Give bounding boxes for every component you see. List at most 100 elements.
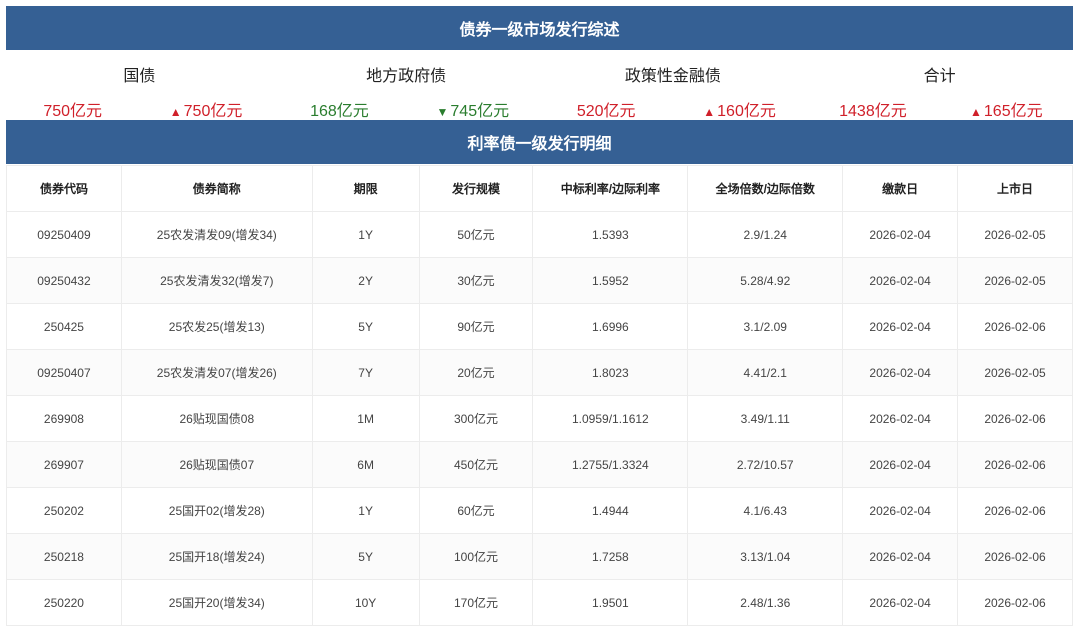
table-cell: 30亿元 [418, 257, 534, 304]
triangle-up-icon: ▲ [169, 105, 182, 119]
category-label: 地方政府债 [366, 66, 447, 85]
table-cell: 1Y [311, 487, 420, 534]
table-row: 250202 25国开02(增发28) 1Y 60亿元 1.4944 4.1/6.43 20… [6, 487, 1073, 534]
table-cell: 100亿元 [418, 533, 534, 580]
table-cell: 2026-02-05 [957, 211, 1073, 258]
table-cell: 25国开02(增发28) [120, 487, 313, 534]
table-cell: 2026-02-04 [842, 303, 959, 350]
category-change: ▲ 160亿元 [673, 97, 806, 121]
triangle-up-icon: ▲ [970, 105, 982, 119]
table-cell: 5Y [311, 303, 420, 350]
table-cell: 6M [311, 441, 420, 488]
table-cell: 2026-02-04 [842, 487, 959, 534]
table-cell: 269908 [6, 395, 122, 442]
table-cell: 3.49/1.11 [687, 395, 844, 442]
table-cell: 09250407 [6, 349, 122, 396]
table-cell: 25国开20(增发34) [120, 579, 313, 626]
table-cell: 2026-02-04 [842, 349, 959, 396]
table-cell: 250220 [6, 579, 122, 626]
table-header-row: 债券代码 债券简称 期限 发行规模 中标利率/边际利率 全场倍数/边际倍数 缴款日 上市日 [6, 165, 1073, 212]
column-header: 债券简称 [120, 165, 313, 212]
category-values: 750亿元 ▲ 750亿元 168亿元 ▼ 745亿元 520亿元 ▲ 160亿元 1438亿元 ▲… [6, 97, 1073, 121]
change-value: 745亿元 [450, 103, 510, 120]
table-cell: 09250409 [6, 211, 122, 258]
table-cell: 3.1/2.09 [687, 303, 844, 350]
table-cell: 25农发清发09(增发34) [120, 211, 313, 258]
table-cell: 26贴现国债08 [120, 395, 313, 442]
table-row: 250425 25农发25(增发13) 5Y 90亿元 1.6996 3.1/2.09 20… [6, 303, 1073, 350]
change-value: 165亿元 [983, 103, 1043, 120]
table-row: 09250409 25农发清发09(增发34) 1Y 50亿元 1.5393 2.9/1.… [6, 211, 1073, 258]
category-amount: 520亿元 [576, 103, 636, 120]
issuance-table: 债券代码 债券简称 期限 发行规模 中标利率/边际利率 全场倍数/边际倍数 缴款日 上市日 0… [6, 165, 1073, 626]
table-cell: 250202 [6, 487, 122, 534]
table-cell: 4.41/2.1 [687, 349, 844, 396]
table-cell: 25农发25(增发13) [120, 303, 313, 350]
table-cell: 2026-02-06 [957, 303, 1073, 350]
table-cell: 2026-02-06 [957, 579, 1073, 626]
table-cell: 5Y [311, 533, 420, 580]
table-cell: 2026-02-06 [957, 441, 1073, 488]
table-cell: 1.6996 [532, 303, 689, 350]
table-cell: 4.1/6.43 [687, 487, 844, 534]
table-cell: 1.9501 [532, 579, 689, 626]
category-label: 合计 [923, 66, 956, 85]
column-header: 缴款日 [842, 165, 959, 212]
table-row: 269908 26贴现国债08 1M 300亿元 1.0959/1.1612 3.49/1… [6, 395, 1073, 442]
table-cell: 2026-02-04 [842, 533, 959, 580]
table-cell: 2026-02-04 [842, 395, 959, 442]
table-cell: 2.72/10.57 [687, 441, 844, 488]
table-cell: 10Y [311, 579, 420, 626]
table-cell: 2.48/1.36 [687, 579, 844, 626]
table-row: 250220 25国开20(增发34) 10Y 170亿元 1.9501 2.48/1.3… [6, 579, 1073, 626]
column-header: 上市日 [957, 165, 1073, 212]
table-cell: 1Y [311, 211, 420, 258]
table-cell: 7Y [311, 349, 420, 396]
table-cell: 1.5393 [532, 211, 689, 258]
column-header: 发行规模 [418, 165, 534, 212]
table-cell: 2026-02-04 [842, 441, 959, 488]
table-cell: 2026-02-04 [842, 257, 959, 304]
table-cell: 1.8023 [532, 349, 689, 396]
table-row: 09250432 25农发清发32(增发7) 2Y 30亿元 1.5952 5.28/4.… [6, 257, 1073, 304]
table-cell: 1.7258 [532, 533, 689, 580]
overview-header: 债券一级市场发行综述 [6, 6, 1073, 50]
table-cell: 2026-02-05 [957, 349, 1073, 396]
table-cell: 20亿元 [418, 349, 534, 396]
table-cell: 2026-02-04 [842, 579, 959, 626]
table-cell: 09250432 [6, 257, 122, 304]
table-cell: 170亿元 [418, 579, 534, 626]
detail-title: 利率债一级发行明细 [467, 134, 612, 153]
table-cell: 3.13/1.04 [687, 533, 844, 580]
overview-title: 债券一级市场发行综述 [459, 20, 620, 39]
category-label: 国债 [123, 66, 156, 85]
table-cell: 25农发清发32(增发7) [120, 257, 313, 304]
column-header: 全场倍数/边际倍数 [687, 165, 844, 212]
change-value: 750亿元 [183, 103, 243, 120]
table-cell: 2026-02-04 [842, 211, 959, 258]
table-cell: 26贴现国债07 [120, 441, 313, 488]
table-cell: 450亿元 [418, 441, 534, 488]
category-label: 政策性金融债 [624, 66, 721, 85]
category-change: ▲ 165亿元 [940, 97, 1073, 121]
table-cell: 90亿元 [418, 303, 534, 350]
table-cell: 1.0959/1.1612 [532, 395, 689, 442]
table-cell: 269907 [6, 441, 122, 488]
table-cell: 2.9/1.24 [687, 211, 844, 258]
table-cell: 60亿元 [418, 487, 534, 534]
table-cell: 2026-02-06 [957, 395, 1073, 442]
detail-header: 利率债一级发行明细 [6, 120, 1073, 164]
category-amount: 168亿元 [310, 103, 369, 120]
table-cell: 25农发清发07(增发26) [120, 349, 313, 396]
category-change: ▼ 745亿元 [406, 97, 539, 121]
table-cell: 50亿元 [418, 211, 534, 258]
triangle-down-icon: ▼ [436, 105, 449, 119]
category-change: ▲ 750亿元 [139, 97, 272, 121]
table-cell: 1.2755/1.3324 [532, 441, 689, 488]
column-header: 中标利率/边际利率 [532, 165, 689, 212]
table-cell: 1.4944 [532, 487, 689, 534]
table-cell: 250425 [6, 303, 122, 350]
table-cell: 2026-02-06 [957, 487, 1073, 534]
table-cell: 25国开18(增发24) [120, 533, 313, 580]
triangle-up-icon: ▲ [703, 105, 716, 119]
